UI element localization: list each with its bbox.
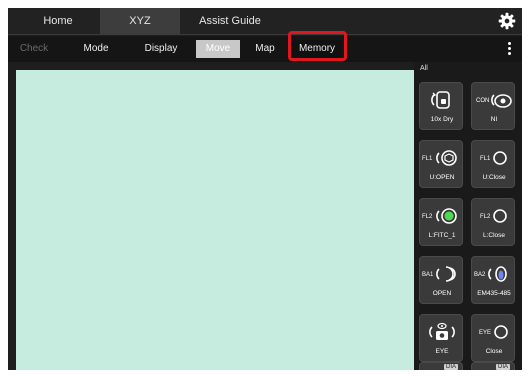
tile-fl1-turret-label: U:OPEN — [429, 174, 455, 181]
tile-eye-shutter[interactable]: EYE Close — [471, 314, 515, 362]
tile-fl1-shutter[interactable]: FL1 U:Close — [471, 140, 515, 188]
shutter-closed-icon: FL2 — [480, 209, 507, 223]
barrier-filter-icon: BA1 — [422, 266, 456, 282]
svg-text:EYE: EYE — [479, 330, 491, 336]
app-window: Home XYZ Assist Guide Check Mode Display… — [8, 8, 522, 370]
svg-text:BA2: BA2 — [474, 272, 486, 278]
menu-map[interactable]: Map — [248, 40, 282, 58]
eyepiece-camera-icon — [429, 322, 455, 340]
tab-xyz[interactable]: XYZ — [100, 8, 180, 35]
tile-condenser-label: NI — [490, 116, 498, 123]
filter-green-icon: FL2 — [422, 208, 457, 224]
observation-view[interactable] — [16, 70, 416, 370]
memory-highlight-frame — [288, 31, 347, 61]
tile-ba2-label: EM435-485 — [477, 290, 511, 297]
tile-fl2-shutter[interactable]: FL2 L:Close — [471, 198, 515, 246]
tile-ba2[interactable]: BA2 EM435-485 — [471, 256, 515, 304]
tile-ba1[interactable]: BA1 OPEN — [419, 256, 463, 304]
tile-eye-shutter-label: Close — [485, 348, 503, 355]
cube-turret-icon: FL1 — [422, 150, 457, 166]
tab-assist-guide[interactable]: Assist Guide — [184, 8, 276, 35]
dia-badge: DIA — [495, 364, 510, 370]
shutter-closed-icon: FL1 — [480, 151, 507, 165]
condenser-icon: CON — [476, 94, 512, 108]
device-panel: All 10x Dry CON NI FL1 U:OPEN FL1 U:Clos… — [414, 62, 522, 370]
menu-check[interactable]: Check — [14, 40, 54, 58]
svg-text:BA1: BA1 — [422, 272, 434, 278]
barrier-filter-blue-icon: BA2 — [474, 266, 507, 282]
tile-condenser[interactable]: CON NI — [471, 82, 515, 130]
tile-fl1-shutter-label: U:Close — [482, 174, 506, 181]
svg-text:FL1: FL1 — [422, 156, 433, 162]
svg-text:FL2: FL2 — [480, 214, 491, 220]
menu-mode[interactable]: Mode — [76, 40, 116, 58]
svg-text:CON: CON — [476, 98, 489, 104]
tile-fl2-filter-label: L:FITC_1 — [428, 232, 456, 239]
shutter-closed-icon: EYE — [479, 325, 508, 339]
tile-fl2-shutter-label: L:Close — [482, 232, 506, 239]
tile-fl2-filter[interactable]: FL2 L:FITC_1 — [419, 198, 463, 246]
tile-eye-port-label: EYE — [435, 348, 449, 355]
tile-objective-label: 10x Dry — [430, 116, 454, 123]
objective-icon — [431, 91, 450, 109]
panel-title: All — [420, 65, 428, 72]
tab-home[interactable]: Home — [16, 8, 100, 35]
top-navigation-bar: Home XYZ Assist Guide — [8, 8, 522, 35]
tile-ba1-label: OPEN — [432, 290, 452, 297]
tile-dia-2[interactable]: DIA — [471, 362, 515, 370]
kebab-menu-icon[interactable] — [508, 42, 512, 56]
gear-icon[interactable] — [498, 12, 516, 30]
tile-objective[interactable]: 10x Dry — [419, 82, 463, 130]
tile-eye-port[interactable]: EYE — [419, 314, 463, 362]
tile-fl1-turret[interactable]: FL1 U:OPEN — [419, 140, 463, 188]
menu-move[interactable]: Move — [196, 40, 240, 58]
dia-badge: DIA — [443, 364, 458, 370]
menu-display[interactable]: Display — [136, 40, 186, 58]
tile-dia-1[interactable]: DIA — [419, 362, 463, 370]
svg-text:FL1: FL1 — [480, 156, 491, 162]
secondary-menu-bar: Check Mode Display Move Map Memory — [8, 36, 522, 62]
svg-text:FL2: FL2 — [422, 214, 433, 220]
